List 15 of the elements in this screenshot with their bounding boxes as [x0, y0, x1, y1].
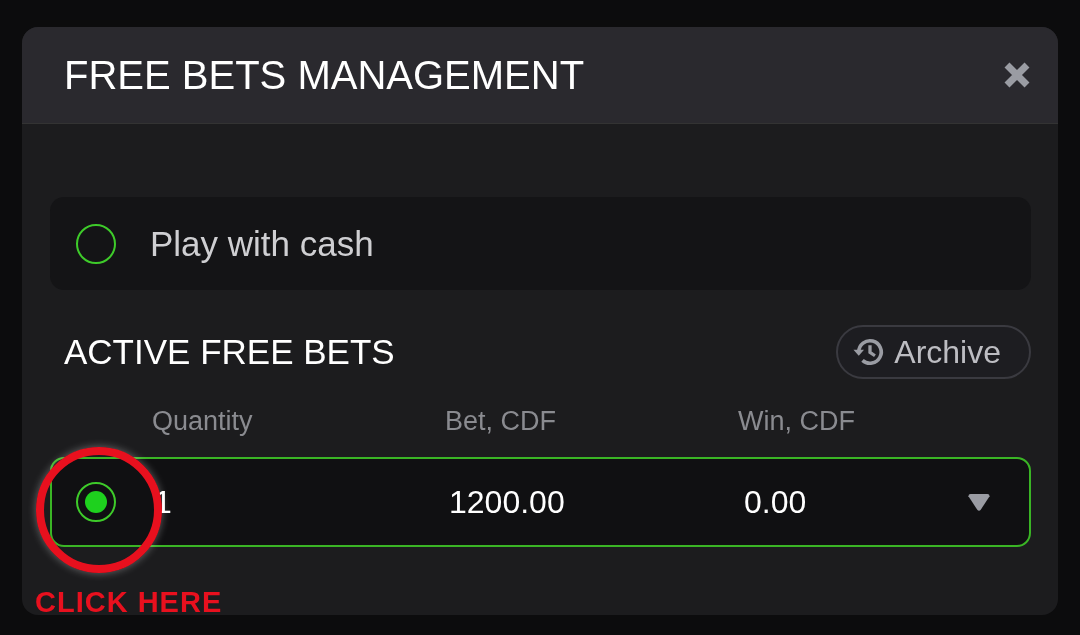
caret-icon[interactable] [966, 492, 992, 512]
annotation-label: CLICK HERE [35, 586, 223, 619]
table-cell-text: 0.00 [744, 483, 808, 521]
column-heading: Win, CDF [738, 405, 856, 437]
column-heading: Quantity [152, 405, 254, 437]
section-title: ACTIVE FREE BETS [64, 332, 395, 372]
table-cell-text: 1200.00 [449, 483, 566, 521]
radio-button[interactable] [76, 223, 116, 264]
option-label: Play with cash [150, 223, 374, 264]
radio-button[interactable] [76, 482, 116, 522]
modal-title: FREE BETS MANAGEMENT [64, 52, 585, 98]
cash-option[interactable]: Play with cash [50, 197, 1031, 290]
archive-button[interactable]: Archive [836, 325, 1031, 379]
close-icon[interactable] [1002, 60, 1032, 90]
column-heading: Bet, CDF [445, 405, 558, 437]
